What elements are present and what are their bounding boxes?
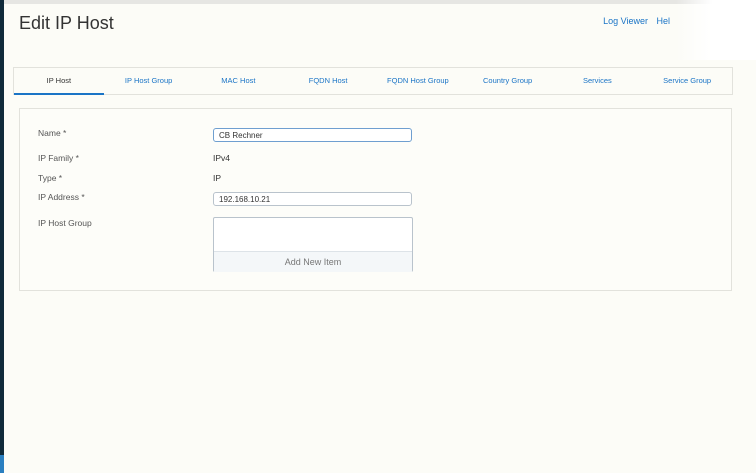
tab-services[interactable]: Services bbox=[553, 68, 643, 94]
ip-address-input[interactable] bbox=[213, 192, 412, 206]
tab-country-group[interactable]: Country Group bbox=[463, 68, 553, 94]
type-value: IP bbox=[213, 173, 222, 183]
ip-address-label: IP Address * bbox=[38, 192, 85, 202]
type-label: Type * bbox=[38, 173, 63, 183]
page-title: Edit IP Host bbox=[19, 13, 114, 33]
ip-family-label: IP Family * bbox=[38, 153, 79, 163]
tab-ip-host-group[interactable]: IP Host Group bbox=[104, 68, 194, 94]
sidebar-edge bbox=[0, 0, 4, 473]
help-link[interactable]: Hel bbox=[656, 16, 670, 26]
name-label: Name * bbox=[38, 128, 67, 138]
header-links: Log Viewer Hel bbox=[597, 16, 670, 26]
tab-fqdn-host-group[interactable]: FQDN Host Group bbox=[373, 68, 463, 94]
tab-ip-host[interactable]: IP Host bbox=[14, 68, 104, 95]
tab-service-group[interactable]: Service Group bbox=[642, 68, 732, 94]
add-new-item-button[interactable]: Add New Item bbox=[214, 252, 412, 272]
tab-mac-host[interactable]: MAC Host bbox=[194, 68, 284, 94]
log-viewer-link[interactable]: Log Viewer bbox=[603, 16, 648, 26]
object-tabs: IP Host IP Host Group MAC Host FQDN Host… bbox=[13, 67, 733, 95]
ip-host-group-items[interactable] bbox=[214, 218, 412, 252]
sidebar-edge-accent bbox=[0, 455, 4, 473]
name-input[interactable] bbox=[213, 128, 412, 142]
tab-fqdn-host[interactable]: FQDN Host bbox=[283, 68, 373, 94]
ip-host-group-list[interactable]: Add New Item bbox=[213, 217, 413, 272]
header-right-fade bbox=[676, 0, 756, 60]
top-border bbox=[0, 0, 756, 4]
ip-family-value: IPv4 bbox=[213, 153, 231, 163]
ip-host-group-label: IP Host Group bbox=[38, 218, 92, 228]
